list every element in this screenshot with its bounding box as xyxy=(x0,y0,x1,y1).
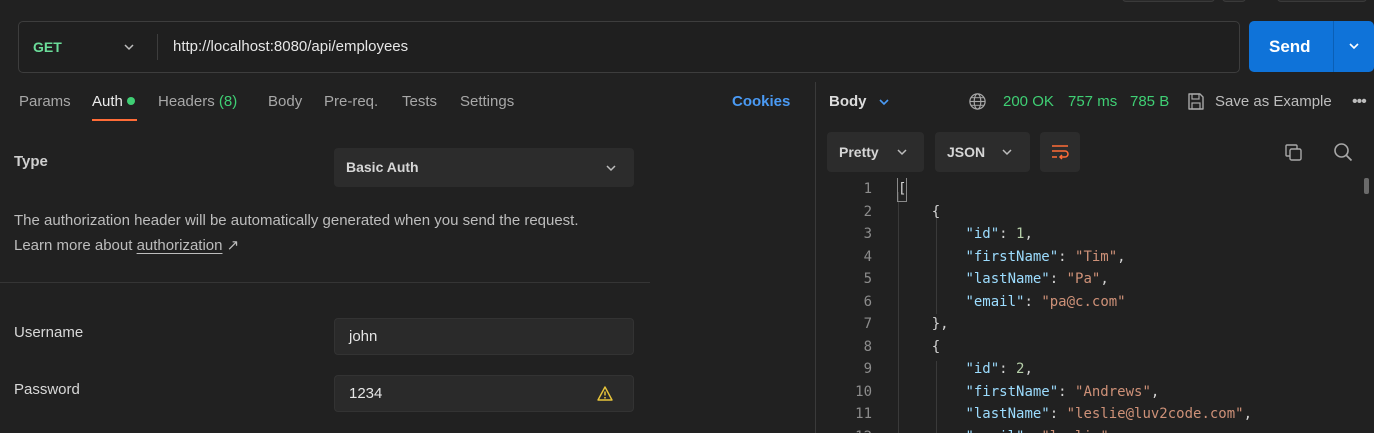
line-number: 11 xyxy=(855,406,872,422)
line-number: 8 xyxy=(863,338,872,355)
auth-description-text: The authorization header will be automat… xyxy=(14,212,579,254)
toolbar-fragment xyxy=(1277,0,1367,2)
save-icon[interactable] xyxy=(1187,92,1205,111)
chevron-down-icon[interactable] xyxy=(895,145,909,159)
response-body-select[interactable]: Body xyxy=(829,93,867,111)
line-number: 2 xyxy=(863,203,872,220)
chevron-down-icon[interactable] xyxy=(1000,145,1014,159)
username-field[interactable]: john xyxy=(334,318,634,355)
chevron-down-icon[interactable] xyxy=(122,40,136,54)
url-bar: GET http://localhost:8080/api/employees xyxy=(18,21,1240,73)
warning-icon[interactable] xyxy=(597,386,613,401)
code-text: "id": 1, xyxy=(965,226,1033,242)
external-link-icon[interactable]: ↗ xyxy=(227,237,240,254)
type-label: Type xyxy=(14,153,48,170)
send-button-label[interactable]: Send xyxy=(1269,21,1311,72)
code-text: { xyxy=(898,203,941,220)
toolbar-fragment xyxy=(1222,0,1246,2)
line-number: 6 xyxy=(863,293,872,310)
globe-icon[interactable] xyxy=(968,92,987,111)
tab-params[interactable]: Params xyxy=(19,91,71,115)
headers-count: (8) xyxy=(218,93,238,110)
auth-description: The authorization header will be automat… xyxy=(14,208,594,258)
password-value[interactable]: 1234 xyxy=(349,376,382,411)
line-number: 3 xyxy=(863,226,872,242)
line-number: 5 xyxy=(863,271,872,287)
code-text: [ xyxy=(896,178,908,202)
tab-headers[interactable]: Headers (8) xyxy=(158,91,237,115)
tab-headers-label[interactable]: Headers xyxy=(158,93,215,110)
code-text: }, xyxy=(898,316,949,332)
username-label: Username xyxy=(14,324,84,341)
response-time[interactable]: 757 ms xyxy=(1068,93,1117,111)
divider xyxy=(1333,21,1334,72)
save-as-example-button[interactable]: Save as Example xyxy=(1215,93,1332,111)
code-text: { xyxy=(898,338,941,355)
code-text: "email": "leslie", xyxy=(898,426,1117,433)
divider xyxy=(157,34,158,60)
auth-type-value[interactable]: Basic Auth xyxy=(346,148,419,187)
cookies-link[interactable]: Cookies xyxy=(732,91,790,113)
divider xyxy=(0,282,650,283)
method-select[interactable]: GET xyxy=(33,22,62,72)
scrollbar[interactable] xyxy=(1364,178,1369,194)
wrap-lines-button[interactable] xyxy=(1040,132,1080,172)
copy-icon[interactable] xyxy=(1284,143,1303,162)
language-select[interactable]: JSON xyxy=(935,132,1030,172)
tab-body[interactable]: Body xyxy=(268,91,302,115)
tab-tests[interactable]: Tests xyxy=(402,91,437,115)
tab-prereq[interactable]: Pre-req. xyxy=(324,91,378,115)
response-body-editor[interactable]: 1 [2 {3 "id": 1, 4 "firstName": "Tim", 5 "l… xyxy=(826,178,1374,433)
more-options-icon[interactable]: ••• xyxy=(1352,93,1367,111)
line-number: 7 xyxy=(863,316,872,332)
chevron-down-icon[interactable] xyxy=(1347,39,1361,53)
url-input[interactable]: http://localhost:8080/api/employees xyxy=(173,22,408,72)
tab-auth-label[interactable]: Auth xyxy=(92,93,123,110)
send-button[interactable]: Send xyxy=(1249,21,1374,72)
line-number: 10 xyxy=(855,383,872,400)
status-code[interactable]: 200 OK xyxy=(1003,93,1054,111)
tab-auth[interactable]: Auth xyxy=(92,91,135,115)
toolbar-fragment xyxy=(1122,0,1215,2)
password-field[interactable]: 1234 xyxy=(334,375,634,412)
password-label: Password xyxy=(14,381,80,398)
line-number: 9 xyxy=(863,361,872,377)
code-text: "lastName": "leslie@luv2code.com", xyxy=(965,406,1253,422)
line-number: 4 xyxy=(863,248,872,265)
language-value[interactable]: JSON xyxy=(947,132,985,172)
active-tab-underline xyxy=(92,119,137,121)
code-text: "id": 2, xyxy=(965,361,1033,377)
format-value[interactable]: Pretty xyxy=(839,132,879,172)
line-number: 1 xyxy=(863,181,872,197)
chevron-down-icon[interactable] xyxy=(604,161,618,175)
format-select[interactable]: Pretty xyxy=(827,132,924,172)
code-text: "firstName": "Tim", xyxy=(965,248,1126,265)
tab-settings[interactable]: Settings xyxy=(460,91,514,115)
chevron-down-icon[interactable] xyxy=(877,95,891,109)
code-text: "email": "pa@c.com" xyxy=(965,293,1126,310)
response-size[interactable]: 785 B xyxy=(1130,93,1169,111)
search-icon[interactable] xyxy=(1333,142,1353,162)
active-indicator-dot xyxy=(126,97,135,106)
auth-type-select[interactable]: Basic Auth xyxy=(334,148,634,187)
code-text: "firstName": "Andrews", xyxy=(965,383,1160,400)
username-value[interactable]: john xyxy=(349,319,377,354)
pane-divider[interactable] xyxy=(815,82,816,433)
authorization-link[interactable]: authorization xyxy=(137,237,223,254)
line-number: 12 xyxy=(826,426,872,433)
code-text: "lastName": "Pa", xyxy=(965,271,1109,287)
wrap-lines-icon[interactable] xyxy=(1050,143,1070,161)
